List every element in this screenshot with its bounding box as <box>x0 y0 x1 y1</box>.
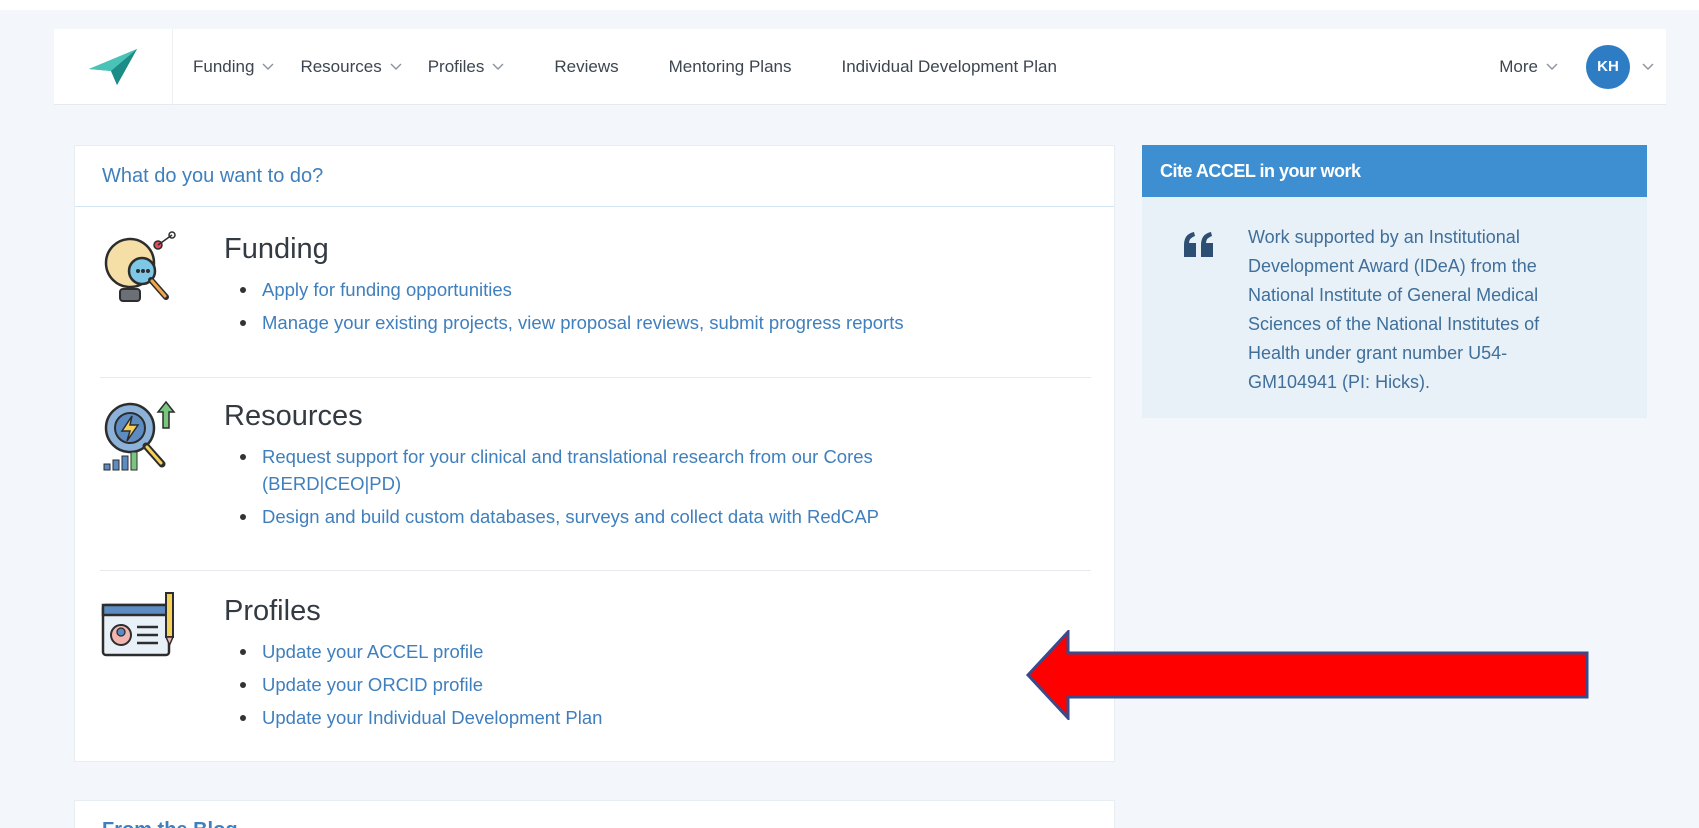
analytics-magnifier-icon <box>103 400 176 471</box>
top-navbar: Funding Resources Profiles Reviews Mento… <box>54 28 1666 105</box>
chevron-down-icon <box>492 63 504 70</box>
nav-funding-label: Funding <box>193 56 255 76</box>
resources-links: Request support for your clinical and tr… <box>224 443 984 530</box>
funding-title: Funding <box>224 233 329 265</box>
profiles-section: Profiles Update your ACCEL profile Updat… <box>100 571 1091 761</box>
funding-link[interactable]: Manage your existing projects, view prop… <box>224 309 984 336</box>
paper-plane-logo-icon <box>89 48 137 85</box>
what-to-do-heading: What do you want to do? <box>75 146 1114 207</box>
chevron-down-icon <box>262 63 274 70</box>
resources-link[interactable]: Request support for your clinical and tr… <box>224 443 984 497</box>
cite-heading: Cite ACCEL in your work <box>1142 145 1647 197</box>
resources-title: Resources <box>224 400 363 432</box>
more-menu[interactable]: More <box>1499 57 1558 77</box>
more-label: More <box>1499 56 1538 76</box>
funding-section: Funding Apply for funding opportunities … <box>100 207 1091 378</box>
profiles-link[interactable]: Update your ACCEL profile <box>224 638 984 665</box>
nav-profiles[interactable]: Profiles <box>428 57 505 77</box>
lightbulb-magnifier-icon <box>104 231 176 302</box>
profiles-link[interactable]: Update your Individual Development Plan <box>224 704 984 731</box>
profiles-link[interactable]: Update your ORCID profile <box>224 671 984 698</box>
funding-body: Funding Apply for funding opportunities … <box>224 233 984 342</box>
nav-reviews-label: Reviews <box>554 56 619 76</box>
profiles-body: Profiles Update your ACCEL profile Updat… <box>224 595 984 737</box>
resources-section: Resources Request support for your clini… <box>100 378 1091 571</box>
nav-funding[interactable]: Funding <box>193 57 274 77</box>
nav-reviews[interactable]: Reviews <box>554 57 618 77</box>
nav-resources-label: Resources <box>300 56 382 76</box>
nav-individual-development-plan[interactable]: Individual Development Plan <box>841 57 1056 77</box>
profiles-links: Update your ACCEL profile Update your OR… <box>224 638 984 731</box>
cite-card: Cite ACCEL in your work Work supported b… <box>1142 145 1647 418</box>
top-strip <box>0 0 1699 10</box>
quote-icon <box>1184 232 1213 257</box>
what-to-do-card: What do you want to do? Funding Apply fo… <box>74 145 1115 762</box>
avatar-initials: KH <box>1597 58 1619 75</box>
nav-profiles-label: Profiles <box>427 56 485 76</box>
chevron-down-icon <box>390 63 402 70</box>
blog-card: From the Blog <box>74 800 1115 828</box>
resources-link[interactable]: Design and build custom databases, surve… <box>224 503 984 530</box>
nav-right: More KH <box>1499 29 1666 105</box>
resources-body: Resources Request support for your clini… <box>224 400 984 536</box>
nav-mentoring-plans[interactable]: Mentoring Plans <box>669 57 792 77</box>
cite-text: Work supported by an Institutional Devel… <box>1248 227 1540 392</box>
chevron-down-icon[interactable] <box>1642 63 1654 71</box>
nav-mentoring-plans-label: Mentoring Plans <box>668 56 792 76</box>
profile-card-icon <box>101 592 175 657</box>
nav-resources[interactable]: Resources <box>300 56 402 77</box>
funding-links: Apply for funding opportunities Manage y… <box>224 276 984 336</box>
logo[interactable] <box>54 28 173 105</box>
red-arrow-annotation-icon <box>1025 630 1589 720</box>
chevron-down-icon <box>1546 63 1558 70</box>
main-nav: Funding Resources Profiles Reviews Mento… <box>193 29 1107 105</box>
blog-heading: From the Blog <box>102 819 238 828</box>
nav-idp-label: Individual Development Plan <box>841 56 1057 76</box>
funding-link[interactable]: Apply for funding opportunities <box>224 276 984 303</box>
user-avatar[interactable]: KH <box>1586 44 1630 89</box>
profiles-title: Profiles <box>224 595 321 627</box>
